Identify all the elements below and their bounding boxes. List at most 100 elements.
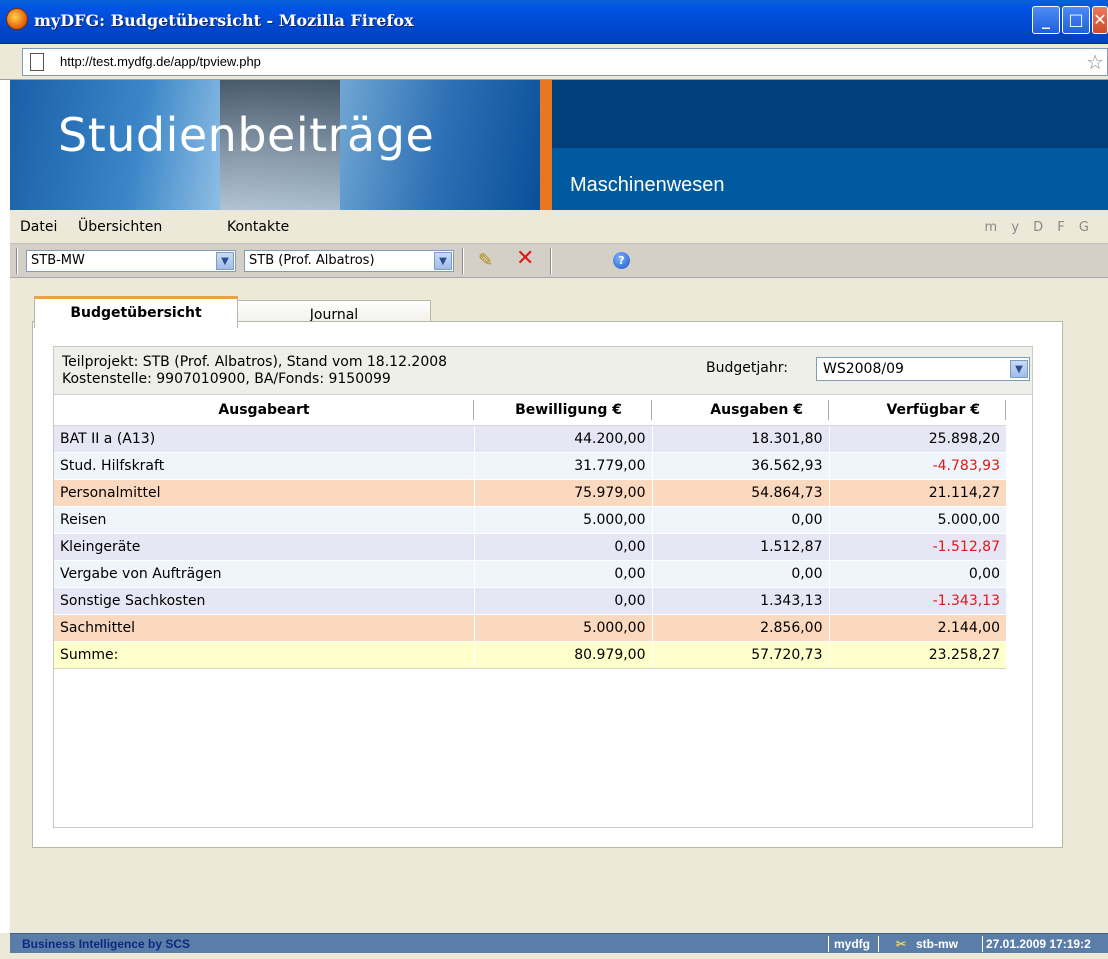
chevron-down-icon[interactable]: ▼	[1010, 360, 1028, 378]
project-info-line1: Teilprojekt: STB (Prof. Albatros), Stand…	[62, 354, 448, 370]
cell-ausgabeart: Sachmittel	[54, 614, 474, 642]
cost-center-value: STB-MW	[31, 253, 85, 268]
footer-user: mydfg	[834, 937, 870, 951]
project-select[interactable]: STB (Prof. Albatros) ▼	[244, 250, 454, 272]
table-row[interactable]: Vergabe von Aufträgen 0,00 0,00 0,00	[54, 560, 1006, 588]
toolbar-separator	[462, 248, 464, 274]
table-row[interactable]: Reisen 5.000,00 0,00 5.000,00	[54, 506, 1006, 534]
cell-ausgabeart: Vergabe von Aufträgen	[54, 560, 474, 588]
table-row[interactable]: Personalmittel 75.979,00 54.864,73 21.11…	[54, 479, 1006, 507]
cell-bewilligung: 44.200,00	[473, 425, 652, 453]
table-header-row: Ausgabeart Bewilligung € Ausgaben € Verf…	[54, 395, 1006, 426]
column-header-verfuegbar[interactable]: Verfügbar €	[829, 395, 1006, 426]
cell-verfuegbar: 23.258,27	[828, 641, 1006, 669]
browser-statusbar-row	[0, 953, 1108, 959]
address-bar: http://test.mydfg.de/app/tpview.php ☆	[0, 44, 1108, 80]
project-info-bar: Teilprojekt: STB (Prof. Albatros), Stand…	[54, 347, 1032, 395]
table-total-row[interactable]: Summe: 80.979,00 57.720,73 23.258,27	[54, 641, 1006, 669]
banner-subtitle: Maschinenwesen	[570, 174, 725, 196]
chevron-down-icon[interactable]: ▼	[216, 252, 234, 270]
table-row[interactable]: Sonstige Sachkosten 0,00 1.343,13 -1.343…	[54, 587, 1006, 615]
table-row[interactable]: BAT II a (A13) 44.200,00 18.301,80 25.89…	[54, 425, 1006, 453]
url-text[interactable]: http://test.mydfg.de/app/tpview.php	[60, 54, 261, 69]
edit-pencil-icon[interactable]: ✎	[478, 250, 493, 271]
cell-ausgabeart: BAT II a (A13)	[54, 425, 474, 453]
cell-ausgabeart: Reisen	[54, 506, 474, 534]
page-icon	[30, 53, 44, 71]
cost-center-select[interactable]: STB-MW ▼	[26, 250, 236, 272]
cell-bewilligung: 80.979,00	[473, 641, 652, 669]
brand-logo: m y D F G	[984, 220, 1094, 235]
column-header-ausgaben[interactable]: Ausgaben €	[652, 395, 829, 426]
window-title: myDFG: Budgetübersicht - Mozilla Firefox	[34, 11, 414, 30]
left-edge	[0, 80, 10, 933]
footer-separator	[878, 936, 879, 952]
budget-table: Ausgabeart Bewilligung € Ausgaben € Verf…	[54, 395, 1006, 669]
column-header-bewilligung[interactable]: Bewilligung €	[474, 395, 652, 426]
table-row[interactable]: Stud. Hilfskraft 31.779,00 36.562,93 -4.…	[54, 452, 1006, 480]
cell-ausgabeart: Kleingeräte	[54, 533, 474, 561]
main-content: Budgetübersicht Journal Teilprojekt: STB…	[10, 278, 1108, 933]
cell-ausgabeart: Sonstige Sachkosten	[54, 587, 474, 615]
cell-bewilligung: 0,00	[473, 587, 652, 615]
footer-separator	[982, 936, 983, 952]
budget-box: Teilprojekt: STB (Prof. Albatros), Stand…	[53, 346, 1033, 828]
menu-kontakte[interactable]: Kontakte	[227, 219, 289, 235]
cell-ausgabeart: Stud. Hilfskraft	[54, 452, 474, 480]
firefox-icon	[6, 8, 28, 30]
site-banner: Studienbeiträge Maschinenwesen	[10, 80, 1108, 210]
cell-ausgaben: 0,00	[651, 560, 829, 588]
cell-ausgaben: 2.856,00	[651, 614, 829, 642]
cell-ausgaben: 1.343,13	[651, 587, 829, 615]
footer-separator	[828, 936, 829, 952]
cell-verfuegbar: 5.000,00	[828, 506, 1006, 534]
menu-datei[interactable]: Datei	[20, 219, 57, 235]
cell-verfuegbar: 0,00	[828, 560, 1006, 588]
chevron-down-icon[interactable]: ▼	[434, 252, 452, 270]
cell-ausgaben: 36.562,93	[651, 452, 829, 480]
table-row[interactable]: Kleingeräte 0,00 1.512,87 -1.512,87	[54, 533, 1006, 561]
tools-icon[interactable]: ✂	[896, 937, 906, 951]
menu-bar: Datei Übersichten Kontakte m y D F G	[10, 210, 1108, 244]
minimize-button[interactable]: _	[1032, 6, 1060, 34]
budgetjahr-label: Budgetjahr:	[706, 360, 788, 376]
maximize-button[interactable]: □	[1062, 6, 1090, 34]
close-button[interactable]: ✕	[1092, 6, 1108, 34]
cell-verfuegbar: -1.512,87	[828, 533, 1006, 561]
cell-verfuegbar: 21.114,27	[828, 479, 1006, 507]
footer-datetime: 27.01.2009 17:19:2	[986, 937, 1091, 951]
budgetjahr-select[interactable]: WS2008/09 ▼	[816, 357, 1030, 381]
help-icon[interactable]: ?	[613, 252, 630, 269]
toolbar-separator	[550, 248, 552, 274]
budgetjahr-value: WS2008/09	[823, 361, 904, 377]
cell-bewilligung: 0,00	[473, 533, 652, 561]
toolbar-separator	[16, 248, 18, 274]
delete-icon[interactable]: ✕	[516, 246, 534, 271]
cell-bewilligung: 0,00	[473, 560, 652, 588]
cell-ausgaben: 54.864,73	[651, 479, 829, 507]
cell-ausgabeart: Summe:	[54, 641, 474, 669]
tab-panel: Teilprojekt: STB (Prof. Albatros), Stand…	[32, 321, 1063, 848]
cell-ausgaben: 57.720,73	[651, 641, 829, 669]
cell-ausgaben: 18.301,80	[651, 425, 829, 453]
menu-uebersichten[interactable]: Übersichten	[78, 219, 162, 235]
project-value: STB (Prof. Albatros)	[249, 253, 375, 268]
cell-verfuegbar: -1.343,13	[828, 587, 1006, 615]
tab-budgetuebersicht[interactable]: Budgetübersicht	[34, 296, 238, 328]
cell-verfuegbar: 2.144,00	[828, 614, 1006, 642]
toolbar: STB-MW ▼ STB (Prof. Albatros) ▼ ✎ ✕ ?	[10, 244, 1108, 278]
cell-bewilligung: 5.000,00	[473, 506, 652, 534]
cell-verfuegbar: 25.898,20	[828, 425, 1006, 453]
window-titlebar: myDFG: Budgetübersicht - Mozilla Firefox…	[0, 0, 1108, 44]
cell-bewilligung: 5.000,00	[473, 614, 652, 642]
cell-ausgaben: 1.512,87	[651, 533, 829, 561]
project-info-line2: Kostenstelle: 9907010900, BA/Fonds: 9150…	[62, 371, 391, 387]
banner-orange-stripe	[540, 80, 552, 210]
bookmark-star-icon[interactable]: ☆	[1086, 50, 1104, 74]
cell-bewilligung: 31.779,00	[473, 452, 652, 480]
footer-company: Business Intelligence by SCS	[22, 937, 191, 951]
banner-title: Studienbeiträge	[58, 108, 435, 162]
column-header-ausgabeart[interactable]: Ausgabeart	[54, 395, 474, 426]
app-footer: Business Intelligence by SCS mydfg ✂ stb…	[10, 933, 1108, 953]
table-row[interactable]: Sachmittel 5.000,00 2.856,00 2.144,00	[54, 614, 1006, 642]
